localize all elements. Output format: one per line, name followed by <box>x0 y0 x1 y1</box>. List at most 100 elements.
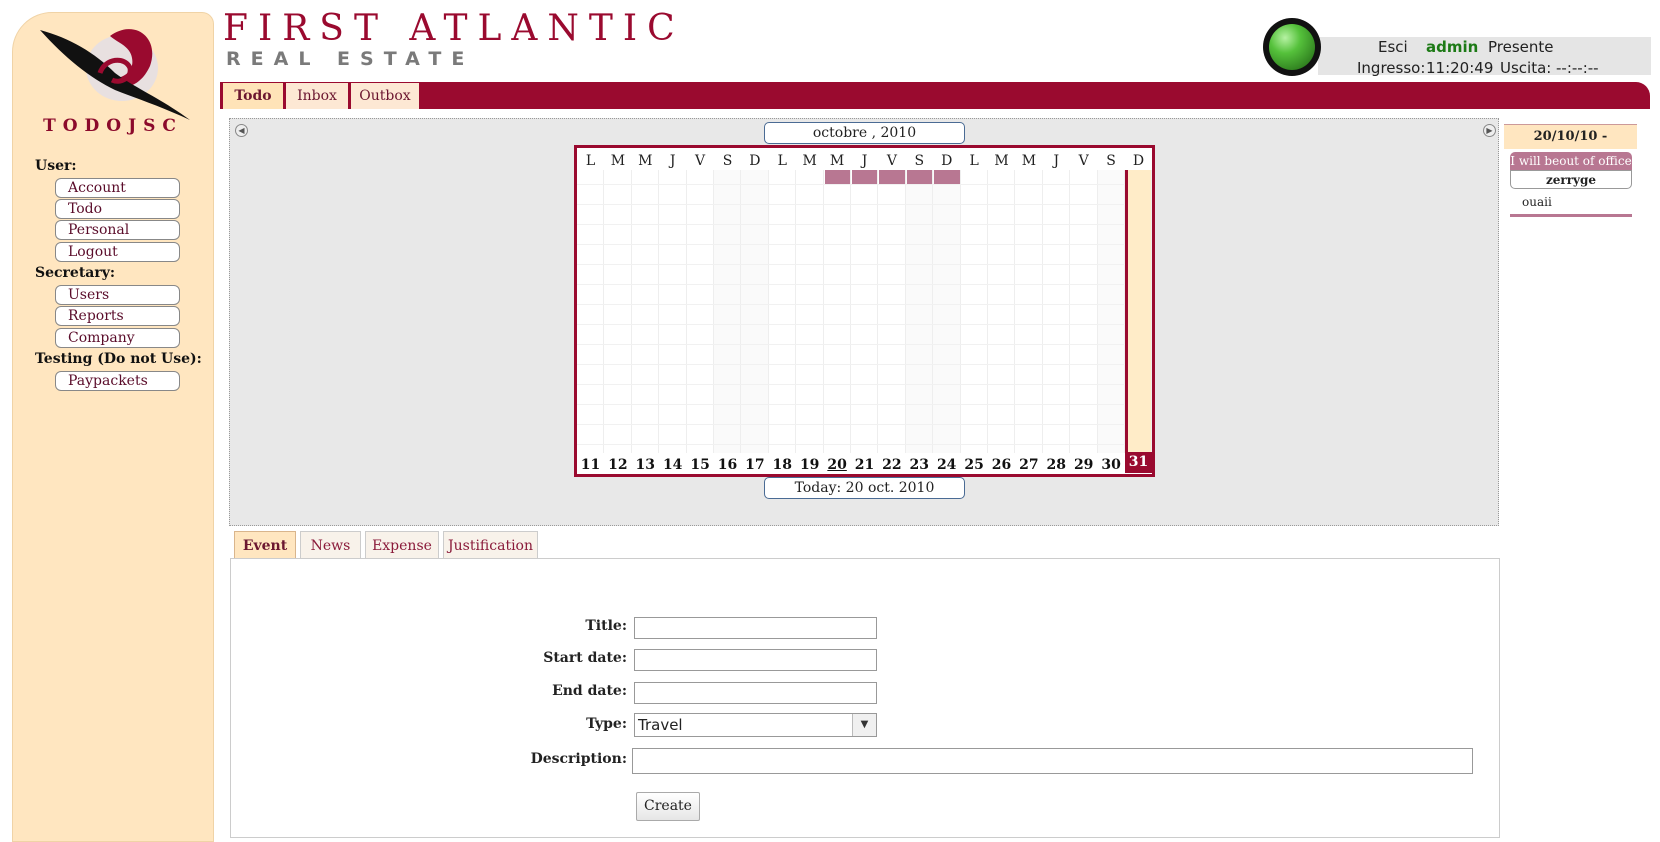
grid-line <box>577 384 1125 385</box>
day-letter: S <box>722 153 733 169</box>
day-number[interactable]: 26 <box>988 457 1015 473</box>
day-letter: M <box>829 153 845 169</box>
event-bar-cell[interactable] <box>879 170 905 184</box>
day-letter: J <box>669 153 676 169</box>
day-column[interactable] <box>741 170 769 453</box>
nav-paypackets-button[interactable]: Paypackets <box>55 371 180 391</box>
day-column[interactable] <box>577 170 605 453</box>
grid-line <box>577 444 1125 445</box>
day-column[interactable] <box>878 170 906 453</box>
day-number[interactable]: 14 <box>659 457 686 473</box>
day-column[interactable] <box>1125 170 1153 453</box>
day-number[interactable]: 16 <box>714 457 741 473</box>
day-number[interactable]: 29 <box>1070 457 1097 473</box>
grid-line <box>577 184 1125 185</box>
next-arrow-icon[interactable]: ▶ <box>1483 124 1496 137</box>
day-column[interactable] <box>769 170 797 453</box>
day-column[interactable] <box>604 170 632 453</box>
day-number[interactable]: 31 <box>1125 452 1152 473</box>
day-number[interactable]: 25 <box>961 457 988 473</box>
nav-company-button[interactable]: Company <box>55 328 180 348</box>
day-number[interactable]: 11 <box>577 457 604 473</box>
day-column[interactable] <box>1097 170 1125 453</box>
nav-logout-button[interactable]: Logout <box>55 242 180 262</box>
nav-todo-button[interactable]: Todo <box>55 199 180 219</box>
today-label[interactable]: Today: 20 oct. 2010 <box>764 477 965 499</box>
description-input[interactable] <box>632 748 1473 774</box>
grid-line <box>577 324 1125 325</box>
nav-reports-button[interactable]: Reports <box>55 306 180 326</box>
day-column[interactable] <box>933 170 961 453</box>
day-column[interactable] <box>851 170 879 453</box>
day-column[interactable] <box>988 170 1016 453</box>
tab-inbox[interactable]: Inbox <box>283 83 348 109</box>
event-bar-cell[interactable] <box>934 170 960 184</box>
week-range-header: 20/10/10 - 24/10/10 <box>1504 124 1637 168</box>
end-date-input[interactable] <box>634 682 877 704</box>
tab-expense[interactable]: Expense <box>365 531 439 558</box>
day-letter: L <box>585 153 596 169</box>
day-number[interactable]: 15 <box>687 457 714 473</box>
month-label[interactable]: octobre , 2010 <box>764 122 965 144</box>
esci-link[interactable]: Esci <box>1378 38 1408 56</box>
day-letter: S <box>914 153 925 169</box>
event-bar-cell[interactable] <box>852 170 878 184</box>
tab-justification[interactable]: Justification <box>443 531 538 558</box>
title-input[interactable] <box>634 617 877 639</box>
day-letter: M <box>994 153 1009 169</box>
event-bar-cell[interactable] <box>824 170 850 184</box>
day-letter: M <box>610 153 626 169</box>
create-button[interactable]: Create <box>636 792 700 821</box>
day-number[interactable]: 28 <box>1043 457 1070 473</box>
tab-todo[interactable]: Todo <box>220 83 283 109</box>
day-column[interactable] <box>714 170 742 453</box>
prev-arrow-icon[interactable]: ◀ <box>235 124 248 137</box>
day-column[interactable] <box>687 170 714 453</box>
day-column[interactable] <box>796 170 824 453</box>
day-number[interactable]: 22 <box>878 457 905 473</box>
grid-line <box>577 244 1125 245</box>
tab-news[interactable]: News <box>300 531 361 558</box>
day-number[interactable]: 19 <box>796 457 823 473</box>
day-number[interactable]: 13 <box>632 457 659 473</box>
day-letter: J <box>1053 153 1060 169</box>
event-card-title[interactable]: I will beout of office <box>1510 152 1632 170</box>
day-number[interactable]: 18 <box>769 457 796 473</box>
day-number[interactable]: 24 <box>933 457 960 473</box>
day-number[interactable]: 23 <box>906 457 933 473</box>
day-letter: D <box>749 153 761 169</box>
nav-account-button[interactable]: Account <box>55 178 180 198</box>
day-number[interactable]: 20 <box>824 457 851 473</box>
type-select[interactable]: Travel ▼ <box>634 713 877 737</box>
day-letter: L <box>969 153 979 169</box>
day-number[interactable]: 27 <box>1015 457 1042 473</box>
day-number[interactable]: 12 <box>604 457 631 473</box>
chevron-down-icon[interactable]: ▼ <box>852 714 876 736</box>
ingresso-label: Ingresso: <box>1357 59 1426 77</box>
day-column[interactable] <box>961 170 988 453</box>
day-column[interactable] <box>824 170 851 453</box>
ingresso-time: 11:20:49 <box>1426 59 1494 77</box>
day-column[interactable] <box>1070 170 1098 453</box>
grid-line <box>577 364 1125 365</box>
day-column[interactable] <box>659 170 687 453</box>
day-column[interactable] <box>905 170 934 453</box>
day-number[interactable]: 30 <box>1098 457 1125 473</box>
tab-outbox[interactable]: Outbox <box>348 83 419 109</box>
grid-line <box>577 404 1125 405</box>
day-column[interactable] <box>1015 170 1043 453</box>
type-label: Type: <box>586 716 627 732</box>
start-date-input[interactable] <box>634 649 877 671</box>
day-column[interactable] <box>1043 170 1071 453</box>
event-card-user: zerryge <box>1510 170 1632 189</box>
day-number[interactable]: 17 <box>741 457 768 473</box>
todojsc-logo-icon <box>40 29 190 120</box>
grid-line <box>577 224 1125 225</box>
nav-personal-button[interactable]: Personal <box>55 220 180 240</box>
day-number[interactable]: 21 <box>851 457 878 473</box>
description-label: Description: <box>530 751 627 767</box>
tab-event[interactable]: Event <box>234 531 296 558</box>
nav-users-button[interactable]: Users <box>55 285 180 305</box>
event-bar-cell[interactable] <box>906 170 933 184</box>
day-column[interactable] <box>632 170 660 453</box>
